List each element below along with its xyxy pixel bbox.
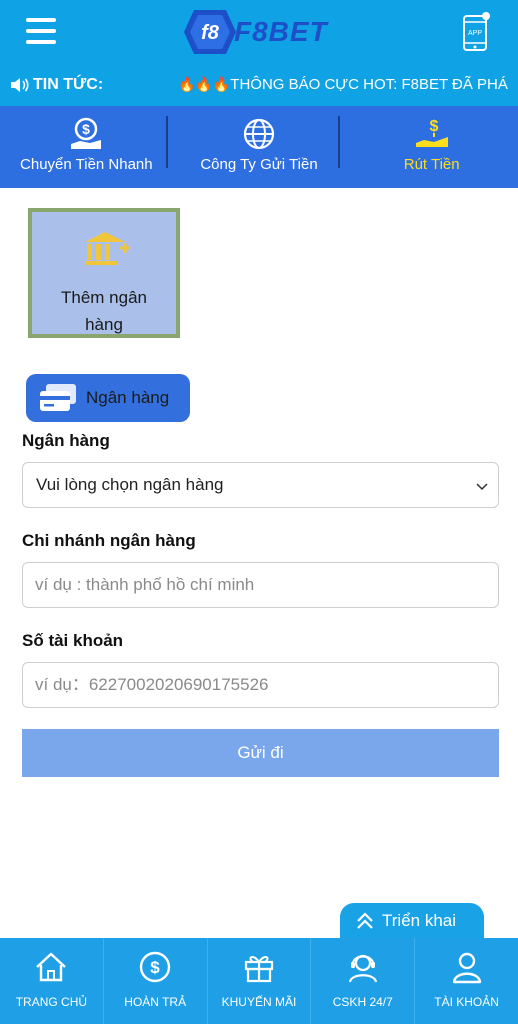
bank-label: Ngân hàng [22, 431, 110, 450]
user-icon [452, 952, 481, 984]
svg-text:$: $ [429, 118, 438, 135]
news-marquee-text[interactable]: 🔥🔥🔥THÔNG BÁO CỰC HOT: F8BET ĐÃ PHÁ [178, 76, 508, 93]
nav-label: TRANG CHỦ [15, 995, 88, 1009]
nav-trang-chu[interactable]: TRANG CHỦ [0, 938, 103, 1024]
dollar-circle-icon: $ [139, 951, 171, 983]
nav-label: CSKH 24/7 [332, 995, 393, 1009]
account-number-field [22, 662, 499, 708]
tab-label: Chuyển Tiền Nhanh [20, 156, 153, 173]
tab-divider [338, 116, 340, 168]
logo-emblem-icon: f8 [184, 10, 236, 54]
news-ticker: TIN TỨC: 🔥🔥🔥THÔNG BÁO CỰC HOT: F8BET ĐÃ … [0, 64, 518, 106]
chevron-down-icon [476, 483, 488, 491]
expand-button[interactable]: Triển khai [340, 903, 484, 939]
globe-icon [243, 118, 275, 150]
nav-khuyen-mai[interactable]: KHUYẾN MÃI [206, 938, 311, 1024]
bottom-navigation: TRANG CHỦ $ HOÀN TRẢ KHUYẾN MÃI CSKH 24/… [0, 938, 518, 1024]
branch-label: Chi nhánh ngân hàng [22, 531, 196, 550]
svg-text:$: $ [150, 958, 160, 977]
tab-rut-tien[interactable]: $ Rút Tiền [345, 106, 518, 188]
speaker-icon [11, 78, 29, 92]
news-label: TIN TỨC: [33, 76, 104, 93]
bank-add-icon [85, 232, 130, 265]
submit-button[interactable]: Gửi đi [22, 729, 499, 777]
account-number-input[interactable] [23, 663, 498, 707]
nav-label: TÀI KHOẢN [434, 995, 499, 1009]
add-bank-label: Thêm ngân hàng [61, 288, 147, 334]
bank-chip-label: Ngân hàng [86, 388, 170, 407]
bank-method-chip[interactable]: Ngân hàng [26, 374, 190, 422]
withdraw-icon: $ [415, 118, 448, 147]
hamburger-menu-icon[interactable] [26, 16, 56, 46]
tab-label: Rút Tiền [403, 156, 460, 173]
fire-emoji: 🔥🔥🔥 [178, 76, 231, 92]
branch-input[interactable] [23, 563, 498, 607]
double-chevron-up-icon [357, 912, 373, 929]
phone-app-icon: APP [463, 12, 490, 51]
f8bet-logo[interactable]: f8 F8BET [180, 6, 340, 58]
dollar-hand-icon: $ [71, 117, 102, 149]
payment-tabs: $ Chuyển Tiền Nhanh Công Ty Gửi Tiền $ R… [0, 106, 518, 188]
branch-field [22, 562, 499, 608]
add-bank-card[interactable]: Thêm ngân hàng [28, 208, 180, 338]
news-message: THÔNG BÁO CỰC HOT: F8BET ĐÃ PHÁ [230, 76, 508, 93]
tab-divider [166, 116, 168, 168]
gift-icon [244, 955, 274, 983]
svg-text:f8: f8 [201, 22, 220, 44]
app-download-button[interactable]: APP [461, 12, 491, 52]
tab-chuyen-tien-nhanh[interactable]: $ Chuyển Tiền Nhanh [0, 106, 173, 188]
tab-label: Công Ty Gửi Tiền [200, 156, 318, 173]
nav-hoan-tra[interactable]: $ HOÀN TRẢ [102, 938, 207, 1024]
home-icon [36, 952, 67, 982]
nav-label: HOÀN TRẢ [124, 995, 187, 1009]
nav-tai-khoan[interactable]: TÀI KHOẢN [414, 938, 518, 1024]
tab-cong-ty-gui-tien[interactable]: Công Ty Gửi Tiền [173, 106, 346, 188]
nav-label: KHUYẾN MÃI [221, 995, 297, 1009]
expand-label: Triển khai [382, 911, 457, 930]
svg-text:$: $ [82, 121, 90, 137]
bank-card-icon [40, 384, 76, 411]
bank-select-value: Vui lòng chọn ngân hàng [36, 475, 224, 494]
bank-select[interactable]: Vui lòng chọn ngân hàng [22, 462, 499, 508]
svg-text:APP: APP [468, 30, 482, 37]
top-header: f8 F8BET APP [0, 0, 518, 64]
nav-cskh[interactable]: CSKH 24/7 [310, 938, 414, 1024]
support-agent-icon [348, 954, 377, 983]
logo-text: F8BET [234, 16, 328, 47]
account-number-label: Số tài khoản [22, 631, 124, 650]
